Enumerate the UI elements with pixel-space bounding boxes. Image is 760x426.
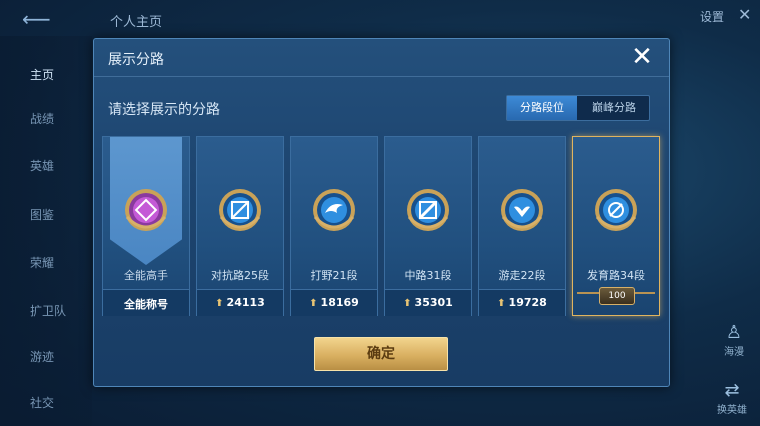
lane-card-list: 全能高手 全能称号 对抗路25段 ⬆ 24113 打野21段 ⬆ 18169 中…: [102, 136, 662, 316]
tab-peak-lane[interactable]: 巅峰分路: [579, 96, 649, 120]
swap-icon: ⇄: [724, 380, 740, 401]
lane-card-stat-bar: ⬆ 24113: [197, 289, 283, 316]
person-icon: ♙: [725, 322, 743, 343]
tab-lane-rank[interactable]: 分路段位: [507, 96, 577, 120]
lane-tab-group: 分路段位 巅峰分路: [506, 95, 650, 121]
allround-emblem-icon: [125, 189, 167, 231]
sidebar-item-home[interactable]: 主页: [30, 66, 54, 83]
dialog-subtitle: 请选择展示的分路: [108, 102, 220, 118]
sidebar-item-heroes[interactable]: 英雄: [30, 157, 54, 174]
lane-card-name: 游走22段: [498, 269, 546, 282]
lane-card-name: 对抗路25段: [211, 269, 269, 282]
level-badge: 100: [599, 287, 635, 305]
display-lane-dialog: 展示分路 ✕ 请选择展示的分路 分路段位 巅峰分路 全能高手 全能称号 对抗路2…: [93, 38, 670, 387]
right-shortcut-2[interactable]: ⇄ 换英雄: [710, 380, 754, 416]
lane-card-roam[interactable]: 游走22段 ⬆ 19728: [478, 136, 566, 316]
rank-arrow-icon: ⬆: [309, 298, 318, 309]
roam-emblem-icon: [501, 189, 543, 231]
sidebar: 主页 战绩 英雄 图鉴 荣耀 扩卫队 游迹 社交: [0, 36, 92, 426]
back-arrow-icon[interactable]: ⟵: [22, 9, 68, 29]
lane-card-name: 中路31段: [404, 269, 452, 282]
lane-card-stat-bar: ⬆ 35301: [385, 289, 471, 316]
lane-card-farm[interactable]: 发育路34段 100: [572, 136, 660, 316]
lane-card-score: 19728: [508, 296, 547, 309]
close-icon[interactable]: ✕: [629, 44, 655, 70]
right-shortcut-label: 海漫: [724, 347, 744, 358]
settings-button[interactable]: 设置: [700, 8, 724, 25]
mid-lane-emblem-icon: [407, 189, 449, 231]
lane-card-clash[interactable]: 对抗路25段 ⬆ 24113: [196, 136, 284, 316]
sidebar-item-trail[interactable]: 游迹: [30, 348, 54, 365]
sidebar-item-squad[interactable]: 扩卫队: [30, 302, 66, 319]
lane-card-stat: ⬆ 19728: [479, 296, 565, 309]
lane-card-allround[interactable]: 全能高手 全能称号: [102, 136, 190, 316]
page-close-icon[interactable]: ✕: [738, 5, 751, 24]
confirm-button[interactable]: 确定: [314, 337, 448, 371]
page-title: 个人主页: [110, 15, 163, 30]
rank-arrow-icon: ⬆: [497, 298, 506, 309]
lane-card-score: 18169: [320, 296, 359, 309]
rank-arrow-icon: ⬆: [215, 298, 224, 309]
sidebar-item-social[interactable]: 社交: [30, 394, 54, 411]
dialog-title: 展示分路: [108, 52, 164, 68]
lane-card-stat-bar: ⬆ 18169: [291, 289, 377, 316]
lane-card-stat: ⬆ 24113: [197, 296, 283, 309]
rank-arrow-icon: ⬆: [403, 298, 412, 309]
lane-card-jungle[interactable]: 打野21段 ⬆ 18169: [290, 136, 378, 316]
lane-card-name: 全能高手: [124, 269, 168, 282]
lane-card-mid[interactable]: 中路31段 ⬆ 35301: [384, 136, 472, 316]
lane-card-stat-bar: ⬆ 19728: [479, 289, 565, 316]
sidebar-item-codex[interactable]: 图鉴: [30, 206, 54, 223]
lane-card-score: 24113: [226, 296, 265, 309]
lane-card-name: 发育路34段: [587, 269, 645, 282]
lane-card-score: 35301: [414, 296, 453, 309]
top-bar: ⟵ 个人主页 设置 ✕: [0, 0, 760, 36]
clash-lane-emblem-icon: [219, 189, 261, 231]
lane-card-stat: 全能称号: [124, 298, 168, 311]
lane-card-stat: ⬆ 35301: [385, 296, 471, 309]
sidebar-item-record[interactable]: 战绩: [30, 110, 54, 127]
lane-card-name: 打野21段: [310, 269, 358, 282]
lane-card-stat-bar: 全能称号: [103, 289, 189, 316]
dialog-header: 展示分路 ✕: [94, 39, 669, 77]
lane-card-stat: ⬆ 18169: [291, 296, 377, 309]
sidebar-item-honor[interactable]: 荣耀: [30, 254, 54, 271]
jungle-emblem-icon: [313, 189, 355, 231]
farm-lane-emblem-icon: [595, 189, 637, 231]
right-shortcut-label: 换英雄: [717, 405, 747, 416]
right-shortcut-1[interactable]: ♙ 海漫: [714, 322, 754, 358]
